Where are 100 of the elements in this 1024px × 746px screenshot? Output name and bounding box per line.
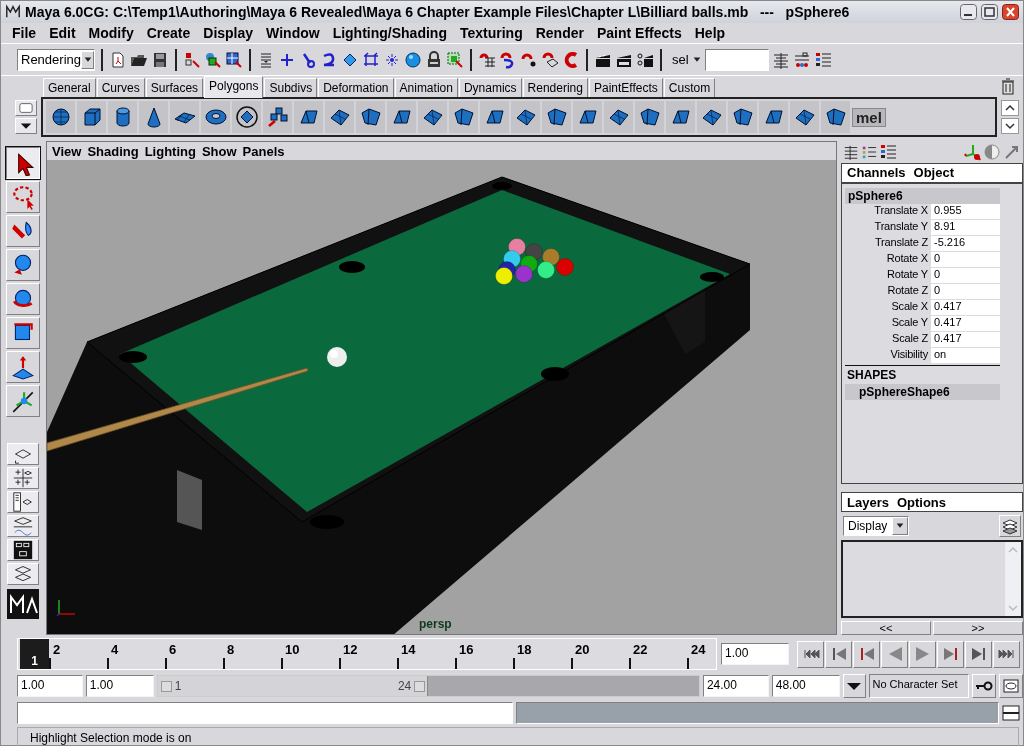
shelf-tab[interactable]: Curves <box>96 78 145 97</box>
new-scene-icon[interactable] <box>109 50 127 69</box>
graph-layout-icon[interactable] <box>12 516 34 536</box>
panel-menu-item[interactable]: View <box>51 143 87 159</box>
playback-start-field[interactable]: 1.00 <box>85 675 154 697</box>
channel-name[interactable]: Rotate Z <box>845 283 931 299</box>
menu-item[interactable]: Modify <box>83 25 142 41</box>
trash-icon[interactable] <box>999 77 1017 95</box>
command-line-field[interactable] <box>17 702 513 724</box>
character-set-field[interactable]: No Character Set <box>869 674 970 698</box>
shelf-tab[interactable]: Subdivs <box>264 78 318 97</box>
menu-item[interactable]: Render <box>530 25 592 41</box>
range-slider[interactable] <box>157 676 429 696</box>
outliner-layout-icon[interactable] <box>12 492 34 512</box>
app-logo-icon[interactable] <box>7 589 39 619</box>
current-frame-marker[interactable]: 1 <box>20 639 49 669</box>
shelf-tab[interactable]: Animation <box>394 78 458 97</box>
range-end-handle[interactable] <box>414 680 426 692</box>
tool-settings-icon[interactable] <box>792 50 811 69</box>
object-select-icon[interactable] <box>204 50 222 69</box>
menu-item[interactable]: Lighting/Shading <box>327 25 455 41</box>
channel-name[interactable]: Translate X <box>845 203 931 219</box>
scroll-up-icon[interactable] <box>1001 100 1019 116</box>
batch-render-icon[interactable] <box>636 50 654 69</box>
minimize-button[interactable] <box>960 4 977 20</box>
circled-mesh-icon[interactable] <box>234 105 259 129</box>
plane-magnet-icon[interactable] <box>541 50 559 69</box>
polygon-mesh-icon[interactable] <box>451 105 476 129</box>
channel-name[interactable]: Translate Z <box>845 235 931 251</box>
shelf-menu-icon[interactable] <box>15 118 37 134</box>
hypergraph-layout-icon[interactable] <box>12 540 34 560</box>
channel-box-menu-item[interactable]: Object <box>913 165 954 181</box>
step-forward-frame-icon[interactable] <box>941 645 960 663</box>
layer-mode-dropdown[interactable]: Display <box>843 516 909 536</box>
menu-item[interactable]: File <box>7 25 45 41</box>
highlight-select-icon[interactable] <box>446 50 464 69</box>
channel-name[interactable]: Scale Z <box>845 331 931 347</box>
panel-menu-item[interactable]: Show <box>200 143 242 159</box>
shelf-tab[interactable]: Deformation <box>318 78 394 97</box>
mel-script-button[interactable]: mel <box>852 107 886 127</box>
page-button[interactable]: << <box>841 621 931 635</box>
hierarchy-select-icon[interactable] <box>183 50 201 69</box>
panel-menu-item[interactable]: Shading <box>86 143 144 159</box>
polygon-mesh-icon[interactable] <box>823 105 848 129</box>
shelf-tab-toggle-icon[interactable] <box>15 100 37 116</box>
close-button[interactable] <box>1002 4 1019 20</box>
shelf-tab[interactable]: Dynamics <box>458 78 522 97</box>
scroll-down-icon[interactable] <box>1001 118 1019 134</box>
shelf-tab[interactable]: Custom <box>663 78 716 97</box>
playback-end-field[interactable]: 24.00 <box>702 675 769 697</box>
channel-name[interactable]: Visibility <box>845 347 931 363</box>
channel-box-icon[interactable] <box>813 50 832 69</box>
lock-icon[interactable] <box>425 50 443 69</box>
shelf-tab[interactable]: Rendering <box>522 78 588 97</box>
channel-name[interactable]: Translate Y <box>845 219 931 235</box>
layers-menu-item[interactable]: Options <box>896 494 947 510</box>
menu-item[interactable]: Texturing <box>454 25 531 41</box>
page-button[interactable]: >> <box>933 621 1023 635</box>
menu-set-dropdown[interactable]: Rendering <box>17 48 95 71</box>
layers-menu-item[interactable]: Layers <box>847 494 889 510</box>
script-editor-icon[interactable] <box>1002 704 1020 722</box>
sphere-icon[interactable] <box>404 50 422 69</box>
channel-layer-icon[interactable] <box>843 143 859 160</box>
quick-select-field[interactable] <box>704 48 769 71</box>
menu-item[interactable]: Edit <box>44 25 84 41</box>
shape-node-name[interactable]: pSphereShape6 <box>845 383 1000 400</box>
current-time-field[interactable]: 1.00 <box>721 643 789 665</box>
four-pane-layout-icon[interactable] <box>12 468 34 488</box>
polygon-mesh-icon[interactable] <box>544 105 569 129</box>
new-layer-icon[interactable] <box>1001 517 1019 535</box>
channel-name[interactable]: Scale X <box>845 299 931 315</box>
panel-menu-item[interactable]: Panels <box>241 143 290 159</box>
perspective-viewport[interactable]: persp <box>47 160 836 634</box>
maximize-button[interactable] <box>981 4 998 20</box>
shelf-tab[interactable]: General <box>43 78 96 97</box>
half-shaded-circle-icon[interactable] <box>983 142 1001 161</box>
save-icon[interactable] <box>151 50 169 69</box>
menu-item[interactable]: Create <box>141 25 199 41</box>
panel-menu-item[interactable]: Lighting <box>143 143 201 159</box>
time-slider[interactable]: 1 2 4 6 8 10 12 14 16 18 20 22 24 <box>17 638 717 670</box>
step-forward-key-icon[interactable] <box>969 645 988 663</box>
selection-label[interactable]: sel <box>672 52 689 67</box>
range-slider-track[interactable]: 1 24 <box>156 675 700 697</box>
channel-box-icon[interactable] <box>879 142 897 161</box>
menu-item[interactable]: Help <box>689 25 734 41</box>
lattice-icon[interactable] <box>362 50 380 69</box>
shelf-tab[interactable]: Surfaces <box>145 78 204 97</box>
attribute-editor-icon[interactable] <box>771 50 790 69</box>
component-select-icon[interactable] <box>225 50 243 69</box>
menu-item[interactable]: Window <box>261 25 328 41</box>
shelf-tab[interactable]: Polygons <box>204 76 264 98</box>
polygon-mesh-icon[interactable] <box>358 105 383 129</box>
menu-item[interactable]: Paint Effects <box>591 25 690 41</box>
stacked-layout-icon[interactable] <box>12 564 34 584</box>
preferences-icon[interactable] <box>1002 677 1021 695</box>
channel-box-menu-item[interactable]: Channels <box>847 165 906 181</box>
app-logo-icon[interactable] <box>5 4 21 20</box>
start-time-field[interactable]: 1.00 <box>17 675 83 697</box>
channel-name[interactable]: Rotate X <box>845 251 931 267</box>
menu-item[interactable]: Display <box>198 25 262 41</box>
